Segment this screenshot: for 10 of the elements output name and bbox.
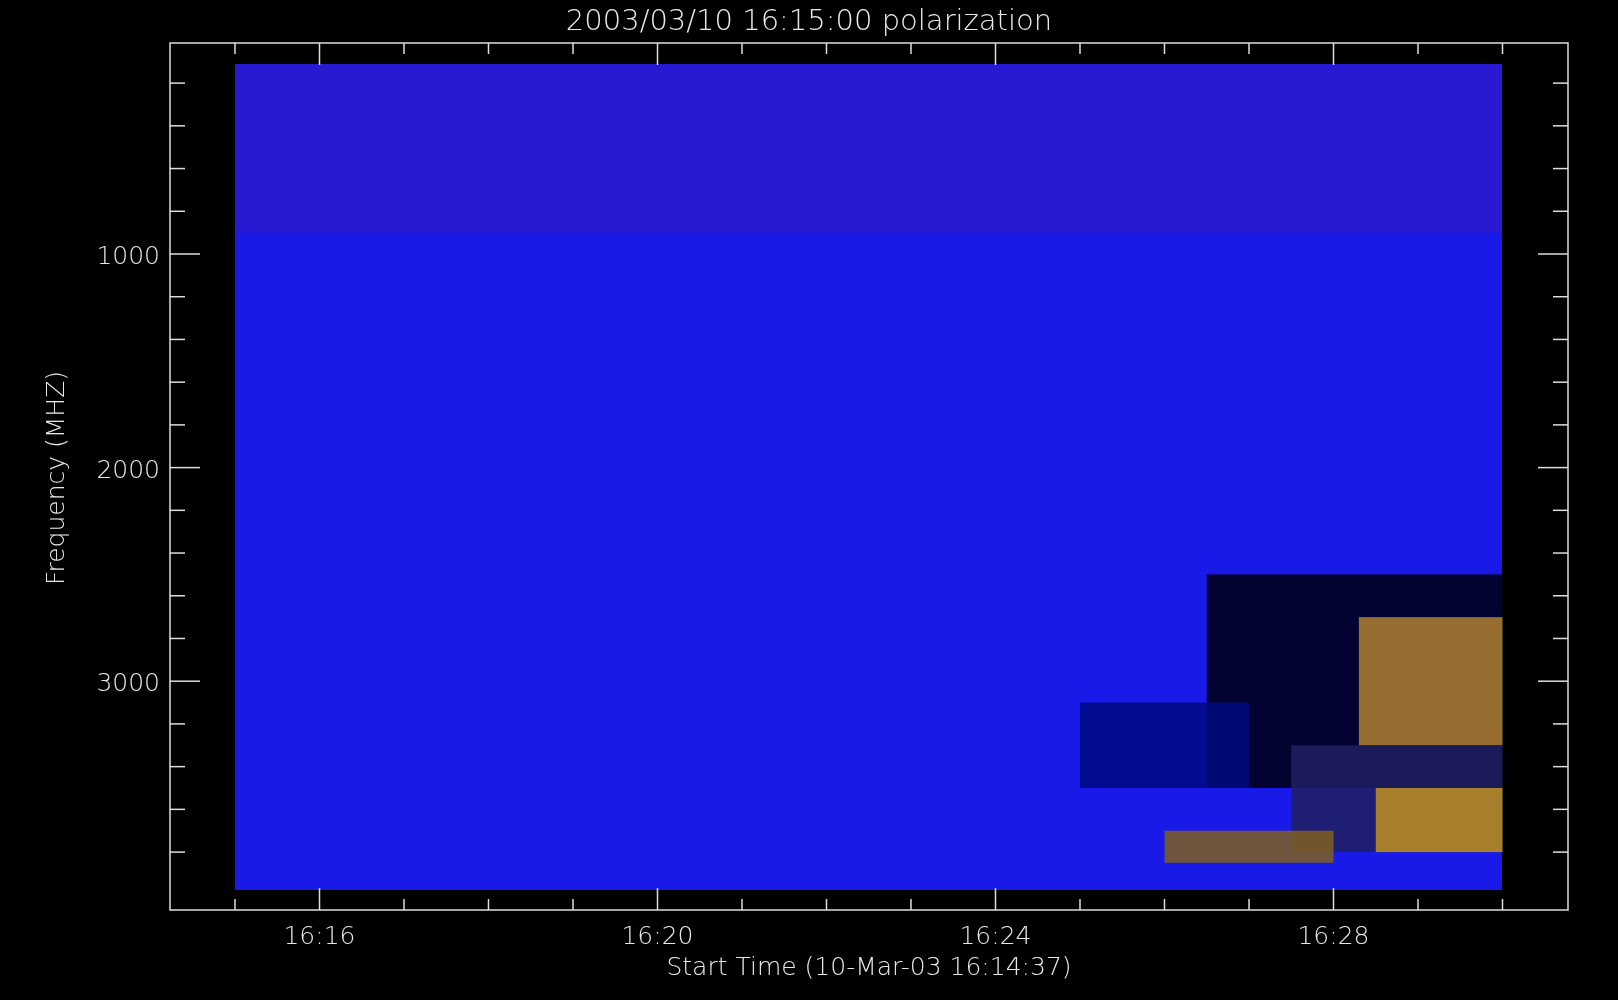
x-tick-label: 16:16 <box>283 921 356 950</box>
x-axis-label: Start Time (10-Mar-03 16:14:37) <box>666 952 1072 981</box>
y-tick-label: 2000 <box>96 454 160 484</box>
y-tick-label: 1000 <box>96 241 160 270</box>
x-tick-label: 16:24 <box>959 921 1032 950</box>
plot-title: 2003/03/10 16:15:00 polarization <box>565 3 1053 37</box>
x-tick-label: 16:20 <box>621 921 694 950</box>
y-tick-label: 3000 <box>96 668 160 698</box>
x-tick-label: 16:28 <box>1297 921 1370 950</box>
y-axis-label: Frequency (MHZ) <box>41 370 70 586</box>
